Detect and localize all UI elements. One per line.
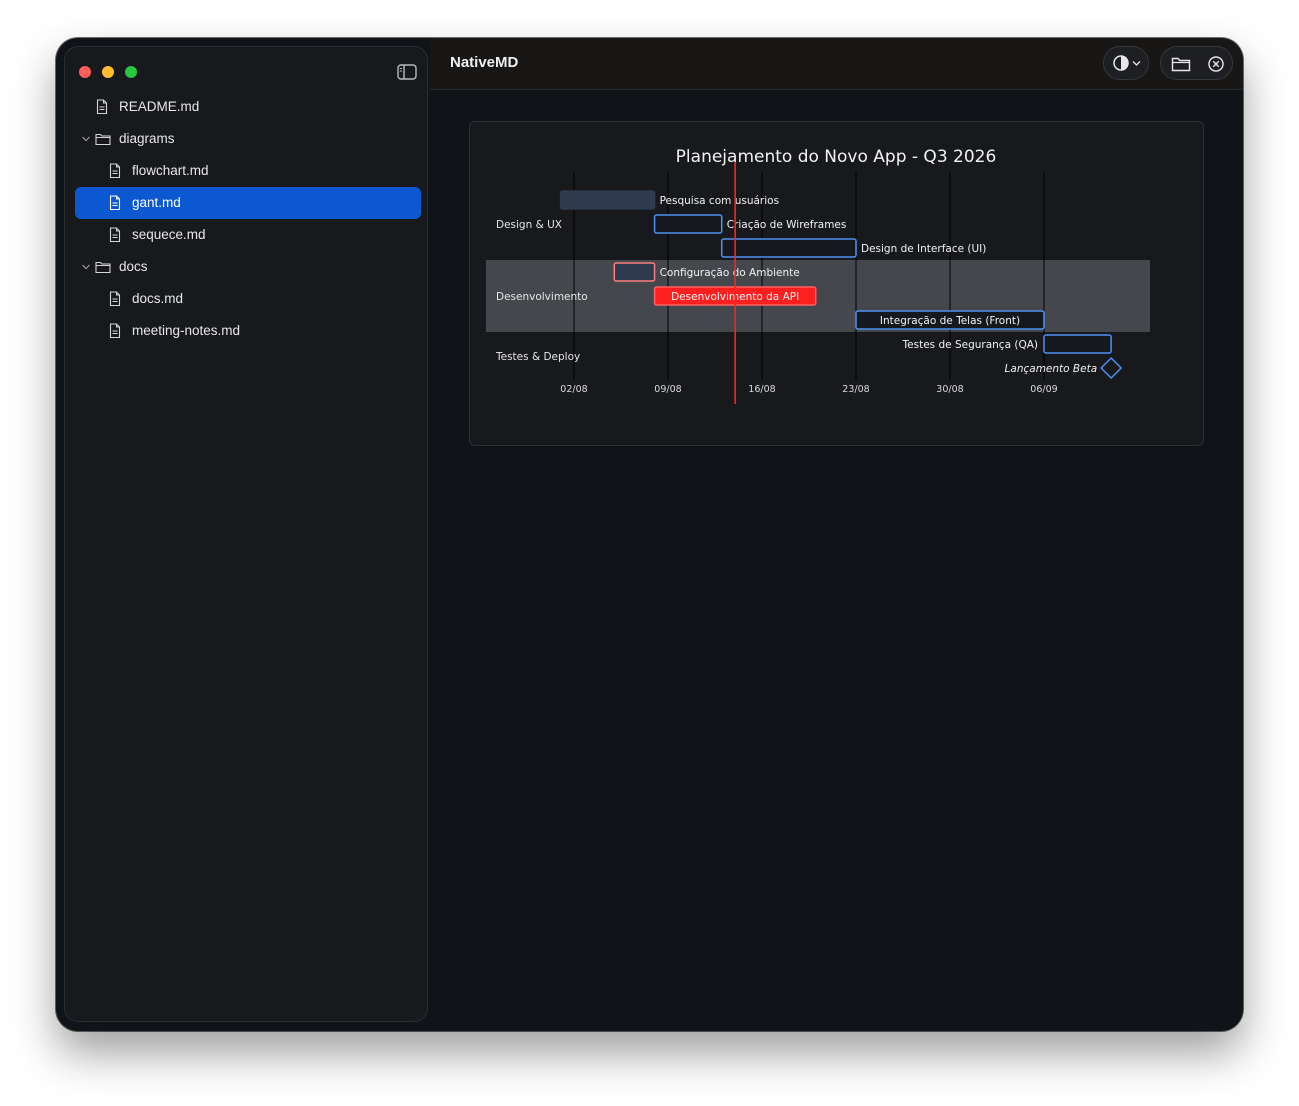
file-item-readme[interactable]: README.md	[75, 91, 421, 123]
document-icon	[109, 291, 121, 307]
document-view: Planejamento do Novo App - Q3 2026 Design…	[430, 90, 1243, 1031]
app-window: README.md diagrams flowchart.md gant.md …	[56, 38, 1243, 1031]
task-bar	[1043, 334, 1112, 354]
sidebar-toggle-icon[interactable]	[397, 64, 417, 80]
chevron-down-icon[interactable]	[81, 262, 91, 272]
file-item-meeting-notes[interactable]: meeting-notes.md	[75, 315, 421, 347]
folder-item-label: diagrams	[119, 131, 175, 146]
chevron-down-icon[interactable]	[81, 134, 91, 144]
file-item-label: meeting-notes.md	[132, 323, 241, 338]
document-icon	[96, 99, 108, 115]
task-bar	[720, 238, 857, 258]
axis-tick-label: 09/08	[654, 384, 681, 395]
app-title: NativeMD	[450, 54, 519, 71]
file-item-sequece[interactable]: sequece.md	[75, 219, 421, 251]
document-icon	[109, 227, 121, 243]
close-window-button[interactable]	[79, 66, 91, 78]
sidebar: README.md diagrams flowchart.md gant.md …	[64, 46, 428, 1022]
task-label: Configuração do Ambiente	[660, 267, 800, 279]
section-label: Testes & Deploy	[495, 351, 580, 363]
folder-icon	[95, 133, 111, 146]
axis-tick-label: 23/08	[842, 384, 869, 395]
contrast-icon	[1113, 55, 1129, 71]
axis-tick-label: 06/09	[1030, 384, 1057, 395]
file-item-label: README.md	[119, 99, 200, 114]
title-bar: NativeMD	[430, 38, 1243, 90]
gantt-diagram-card: Planejamento do Novo App - Q3 2026 Design…	[469, 121, 1204, 446]
open-folder-icon[interactable]	[1171, 55, 1191, 73]
task-label: Design de Interface (UI)	[861, 243, 986, 255]
folder-item-diagrams[interactable]: diagrams	[75, 123, 421, 155]
axis-tick-label: 16/08	[748, 384, 775, 395]
task-label: Criação de Wireframes	[727, 219, 847, 231]
task-label: Testes de Segurança (QA)	[902, 339, 1038, 351]
maximize-window-button[interactable]	[125, 66, 137, 78]
file-item-label: flowchart.md	[132, 163, 209, 178]
folder-item-docs[interactable]: docs	[75, 251, 421, 283]
axis-tick-label: 30/08	[936, 384, 963, 395]
file-item-label: sequece.md	[132, 227, 206, 242]
toolbar-actions	[1160, 46, 1233, 80]
section-label: Desenvolvimento	[496, 291, 588, 303]
file-item-label: docs.md	[132, 291, 184, 306]
file-item-flowchart[interactable]: flowchart.md	[75, 155, 421, 187]
task-bar	[613, 262, 656, 282]
chart-title: Planejamento do Novo App - Q3 2026	[676, 147, 997, 167]
minimize-window-button[interactable]	[102, 66, 114, 78]
document-icon	[109, 195, 121, 211]
task-label: Pesquisa com usuários	[660, 195, 779, 207]
file-item-docs[interactable]: docs.md	[75, 283, 421, 315]
axis-tick-label: 02/08	[560, 384, 587, 395]
section-label: Design & UX	[496, 219, 562, 231]
folder-icon	[95, 261, 111, 274]
file-item-label: gant.md	[132, 195, 181, 210]
chevron-down-icon	[1132, 61, 1141, 66]
document-icon	[109, 163, 121, 179]
milestone-marker	[1100, 356, 1123, 380]
milestone-label: Lançamento Beta	[1005, 363, 1098, 375]
close-document-icon[interactable]	[1206, 55, 1226, 73]
theme-toggle-button[interactable]	[1103, 46, 1149, 80]
task-bar	[559, 190, 656, 210]
folder-item-label: docs	[119, 259, 148, 274]
document-icon	[109, 323, 121, 339]
file-item-gant[interactable]: gant.md	[75, 187, 421, 219]
task-bar	[653, 214, 723, 234]
task-label: Integração de Telas (Front)	[880, 315, 1020, 327]
gantt-chart: Planejamento do Novo App - Q3 2026 Design…	[486, 147, 1150, 404]
